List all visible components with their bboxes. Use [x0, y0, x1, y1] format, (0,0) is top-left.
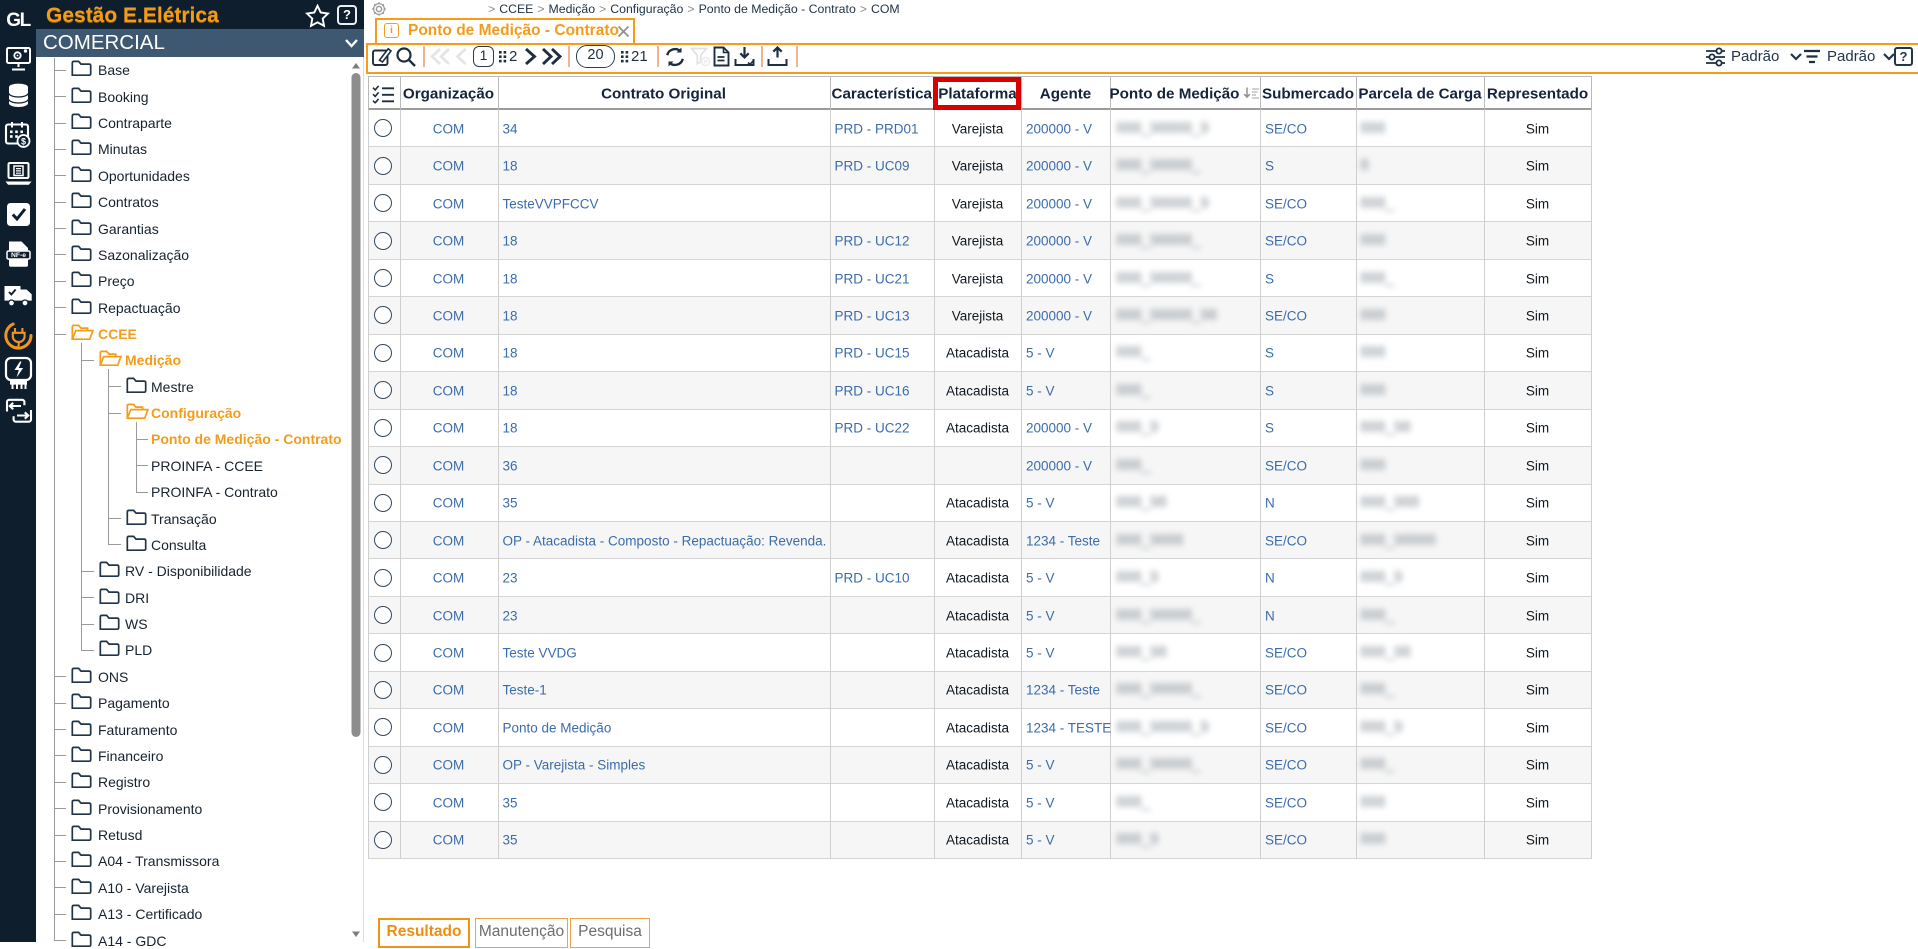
svg-text:$: $	[21, 136, 26, 146]
svg-text:NF-e: NF-e	[11, 252, 26, 259]
